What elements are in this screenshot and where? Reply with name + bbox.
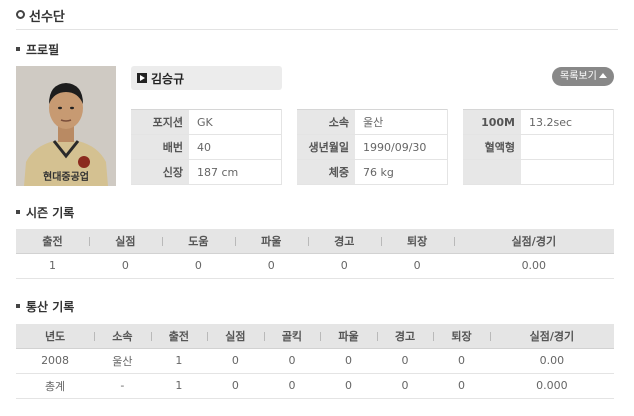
caret-up-icon bbox=[599, 73, 607, 78]
table-cell: 1 bbox=[150, 373, 208, 399]
page-title: 선수단 bbox=[29, 10, 65, 25]
info-label: 소속 bbox=[297, 109, 355, 135]
season-header-row: 출전 실점 도움 파울 경고 퇴장 실점/경기 bbox=[16, 229, 614, 254]
table-cell: - bbox=[94, 373, 151, 399]
table-cell: 총계 bbox=[16, 373, 95, 399]
table-cell: 0 bbox=[207, 373, 264, 399]
player-photo: 현대중공업 bbox=[16, 66, 116, 186]
info-label: 생년월일 bbox=[297, 134, 355, 160]
column-header: 파울 bbox=[320, 324, 377, 349]
info-label: 신장 bbox=[131, 159, 189, 185]
info-label: 포지션 bbox=[131, 109, 189, 135]
table-cell: 1 bbox=[150, 348, 208, 374]
square-bullet-icon bbox=[16, 303, 20, 308]
table-cell: 0 bbox=[263, 373, 321, 399]
column-header: 실점/경기 bbox=[489, 324, 614, 349]
column-header: 실점 bbox=[88, 229, 162, 254]
list-view-button[interactable]: 목록보기 bbox=[552, 67, 614, 86]
jersey-text: 현대중공업 bbox=[43, 170, 89, 183]
info-value: GK bbox=[189, 109, 282, 135]
info-value bbox=[521, 134, 614, 160]
play-square-icon bbox=[137, 73, 147, 83]
info-label bbox=[463, 159, 521, 185]
table-cell: 0.00 bbox=[453, 253, 614, 279]
career-record-table: 년도 소속 출전 실점 골킥 파울 경고 퇴장 실점/경기 2008 울산 1 … bbox=[16, 324, 614, 399]
info-row: 생년월일 1990/09/30 bbox=[297, 134, 448, 160]
column-header: 퇴장 bbox=[433, 324, 490, 349]
table-cell: 0 bbox=[307, 253, 381, 279]
table-row: 총계 - 1 0 0 0 0 0 0.000 bbox=[16, 373, 614, 399]
info-value: 187 cm bbox=[189, 159, 282, 185]
profile-heading: 프로필 bbox=[16, 41, 59, 58]
column-header: 소속 bbox=[94, 324, 151, 349]
info-value bbox=[521, 159, 614, 185]
table-cell: 0 bbox=[433, 348, 490, 374]
info-row: 체중 76 kg bbox=[297, 159, 448, 185]
info-row: 배번 40 bbox=[131, 134, 282, 160]
column-header: 경고 bbox=[376, 324, 434, 349]
table-cell: 0 bbox=[263, 348, 321, 374]
info-row: 혈액형 bbox=[463, 134, 614, 160]
column-header: 도움 bbox=[161, 229, 235, 254]
table-cell: 1 bbox=[16, 253, 89, 279]
column-header: 년도 bbox=[16, 324, 95, 349]
info-value: 40 bbox=[189, 134, 282, 160]
square-bullet-icon bbox=[16, 46, 20, 51]
page-header: 선수단 bbox=[16, 6, 618, 30]
table-cell: 2008 bbox=[16, 348, 95, 374]
table-row: 1 0 0 0 0 0 0.00 bbox=[16, 253, 614, 279]
table-cell: 0 bbox=[376, 373, 434, 399]
table-cell: 울산 bbox=[94, 348, 151, 374]
info-label: 체중 bbox=[297, 159, 355, 185]
info-value: 13.2sec bbox=[521, 109, 614, 135]
info-value: 1990/09/30 bbox=[355, 134, 448, 160]
table-cell: 0 bbox=[161, 253, 235, 279]
table-cell: 0 bbox=[234, 253, 308, 279]
info-row: 포지션 GK bbox=[131, 109, 282, 135]
info-label: 배번 bbox=[131, 134, 189, 160]
info-row: 신장 187 cm bbox=[131, 159, 282, 185]
info-value: 울산 bbox=[355, 109, 448, 135]
table-cell: 0.000 bbox=[489, 373, 614, 399]
info-label: 100M bbox=[463, 109, 521, 135]
table-cell: 0 bbox=[433, 373, 490, 399]
player-name: 김승규 bbox=[151, 72, 185, 86]
circle-bullet-icon bbox=[16, 10, 25, 19]
table-cell: 0.00 bbox=[489, 348, 614, 374]
table-row: 2008 울산 1 0 0 0 0 0 0.00 bbox=[16, 348, 614, 374]
info-row bbox=[463, 159, 614, 185]
square-bullet-icon bbox=[16, 209, 20, 214]
column-header: 골킥 bbox=[263, 324, 321, 349]
column-header: 출전 bbox=[150, 324, 208, 349]
info-row: 소속 울산 bbox=[297, 109, 448, 135]
table-cell: 0 bbox=[207, 348, 264, 374]
table-cell: 0 bbox=[380, 253, 454, 279]
player-name-bar: 김승규 bbox=[131, 66, 282, 90]
column-header: 실점/경기 bbox=[453, 229, 614, 254]
column-header: 출전 bbox=[16, 229, 89, 254]
list-view-button-label: 목록보기 bbox=[560, 71, 597, 82]
table-cell: 0 bbox=[320, 373, 377, 399]
player-portrait-image: 현대중공업 bbox=[16, 66, 116, 186]
column-header: 경고 bbox=[307, 229, 381, 254]
column-header: 퇴장 bbox=[380, 229, 454, 254]
season-heading: 시즌 기록 bbox=[16, 204, 74, 221]
profile-info-table-2: 소속 울산 생년월일 1990/09/30 체중 76 kg bbox=[297, 109, 448, 185]
info-label: 혈액형 bbox=[463, 134, 521, 160]
column-header: 실점 bbox=[207, 324, 264, 349]
info-row: 100M 13.2sec bbox=[463, 109, 614, 135]
profile-info-table-3: 100M 13.2sec 혈액형 bbox=[463, 109, 614, 185]
table-cell: 0 bbox=[88, 253, 162, 279]
profile-info-table-1: 포지션 GK 배번 40 신장 187 cm bbox=[131, 109, 282, 185]
info-value: 76 kg bbox=[355, 159, 448, 185]
column-header: 파울 bbox=[234, 229, 308, 254]
table-cell: 0 bbox=[376, 348, 434, 374]
season-record-table: 출전 실점 도움 파울 경고 퇴장 실점/경기 1 0 0 0 0 0 0.00 bbox=[16, 229, 614, 279]
career-heading: 통산 기록 bbox=[16, 298, 74, 315]
table-cell: 0 bbox=[320, 348, 377, 374]
career-header-row: 년도 소속 출전 실점 골킥 파울 경고 퇴장 실점/경기 bbox=[16, 324, 614, 349]
